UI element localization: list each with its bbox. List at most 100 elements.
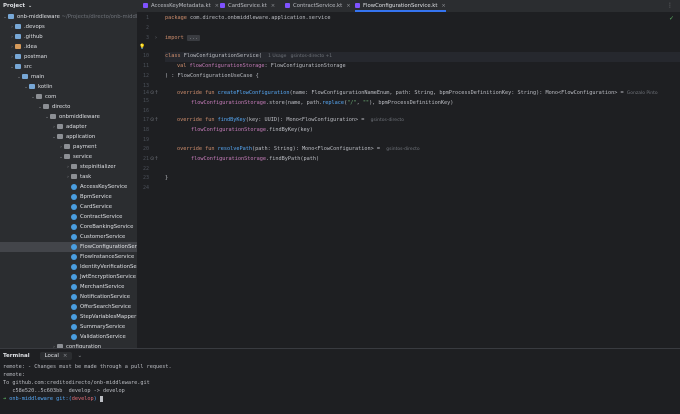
project-panel-header[interactable]: Project ⌄ — [0, 0, 137, 12]
terminal-tab-local[interactable]: Local × — [39, 352, 73, 360]
author-hint[interactable]: gsintos-directo — [371, 118, 404, 123]
author-hint[interactable]: gsintos-directo — [386, 147, 419, 152]
tree-item-label: OfferSearchService — [80, 304, 132, 310]
fold-arrow-icon[interactable]: › — [155, 35, 157, 41]
tree-item-label: payment — [73, 144, 97, 150]
code-line-import: import ... — [165, 35, 201, 41]
tree-item-label: onbmiddleware — [59, 114, 100, 120]
tree-item[interactable]: StepVariablesMapper — [0, 312, 137, 322]
terminal-prompt[interactable]: ➜ onb-middleware git:(develop) — [0, 395, 680, 403]
tree-item-label: task — [80, 174, 92, 180]
editor-tab-label: CardService.kt — [228, 3, 267, 9]
folder-icon — [15, 54, 21, 59]
tree-item[interactable]: NotificationService — [0, 292, 137, 302]
code-editor[interactable]: package com.directo.onbmiddleware.applic… — [165, 13, 680, 348]
tree-item-label: src — [24, 64, 32, 70]
author-hint[interactable]: Gonzalo Pinto — [627, 91, 658, 96]
override-marker-icon[interactable]: ⊙↑ — [150, 90, 158, 96]
close-icon[interactable]: × — [63, 353, 68, 359]
tree-item-label: .idea — [24, 44, 38, 50]
kotlin-class-icon — [71, 273, 77, 280]
tree-item[interactable]: CoreBankingService — [0, 222, 137, 232]
tree-item[interactable]: › adapter — [0, 122, 137, 132]
line-number: 17 — [142, 117, 149, 123]
project-path-hint: ~/Projects/directo/onb-middlew — [59, 14, 137, 20]
tree-item[interactable]: › task — [0, 172, 137, 182]
kotlin-class-icon — [71, 283, 77, 290]
kotlin-class-icon — [71, 253, 77, 260]
tree-item[interactable]: ContractService — [0, 212, 137, 222]
tree-item-label: SummaryService — [80, 324, 126, 330]
tree-item[interactable]: ⌄ com — [0, 92, 137, 102]
tree-item[interactable]: CustomerService — [0, 232, 137, 242]
tree-item[interactable]: ⌄ service — [0, 152, 137, 162]
more-options-icon[interactable]: ⋮ — [667, 0, 673, 12]
editor-tabs: AccessKeyMetadata.kt × CardService.kt × Cont… — [137, 0, 680, 13]
override-marker-icon[interactable]: ⊙↑ — [150, 117, 158, 123]
tree-item[interactable]: MerchantService — [0, 282, 137, 292]
chevron-down-icon[interactable]: ⌄ — [28, 3, 32, 9]
tree-item[interactable]: ⌄ directo — [0, 102, 137, 112]
tree-item[interactable]: › .github — [0, 32, 137, 42]
code-line-class: class FlowConfigurationService( 1 Usage … — [165, 53, 333, 59]
folder-icon — [64, 144, 70, 149]
code-line-val: val flowConfigurationStorage: FlowConfig… — [177, 63, 346, 69]
line-number: 16 — [142, 108, 149, 114]
lightbulb-icon[interactable]: 💡 — [139, 44, 145, 50]
terminal-panel[interactable]: Terminal Local × ⌄ remote: - Changes must… — [0, 348, 680, 414]
kotlin-class-icon — [71, 313, 77, 320]
kotlin-class-icon — [71, 183, 77, 190]
terminal-line: remote: - Changes must be made through a… — [3, 364, 172, 370]
override-marker-icon[interactable]: ⊙↑ — [150, 156, 158, 162]
tree-item[interactable]: AccessKeyService — [0, 182, 137, 192]
line-number: 24 — [142, 185, 149, 191]
chevron-down-icon[interactable]: ⌄ — [77, 353, 82, 359]
tree-item[interactable]: › stepinitializer — [0, 162, 137, 172]
editor-tab[interactable]: CardService.kt × — [220, 0, 275, 12]
tree-item[interactable]: › .devops — [0, 22, 137, 32]
code-line-close: } — [165, 175, 169, 181]
tree-item[interactable]: SummaryService — [0, 322, 137, 332]
close-icon[interactable]: × — [346, 3, 350, 9]
tree-item[interactable]: › .idea — [0, 42, 137, 52]
tree-item[interactable]: ⌄ kotlin — [0, 82, 137, 92]
line-number: 20 — [142, 146, 149, 152]
tree-item[interactable]: FlowConfigurationService — [0, 242, 137, 252]
close-icon[interactable]: × — [441, 3, 445, 9]
kotlin-file-icon — [143, 3, 148, 8]
tree-item-label: AccessKeyService — [80, 184, 128, 190]
editor-tab[interactable]: FlowConfigurationService.kt × — [355, 0, 446, 12]
tree-item[interactable]: ⌄ application — [0, 132, 137, 142]
kotlin-class-icon — [71, 233, 77, 240]
tree-item[interactable]: › postman — [0, 52, 137, 62]
usage-hint[interactable]: 1 Usage gsintos-directo +1 — [268, 54, 332, 59]
tree-item[interactable]: ValidationService — [0, 332, 137, 342]
code-line-find-body: flowConfigurationStorage.findByKey(key) — [191, 127, 313, 133]
tree-item[interactable]: ⌄ main — [0, 72, 137, 82]
close-icon[interactable]: × — [215, 3, 219, 9]
tree-item[interactable]: FlowInstanceService — [0, 252, 137, 262]
tree-item[interactable]: BpmService — [0, 192, 137, 202]
line-number: 19 — [142, 137, 149, 143]
tree-item[interactable]: ⌄ src — [0, 62, 137, 72]
close-icon[interactable]: × — [271, 3, 275, 9]
editor-gutter: 1 2 3 › 💡 10 11 12 13 14 ⊙↑ 15 16 17 ⊙↑ … — [137, 13, 165, 348]
tree-item-label: MerchantService — [80, 284, 125, 290]
kotlin-class-icon — [71, 223, 77, 230]
tree-item[interactable]: OfferSearchService — [0, 302, 137, 312]
kotlin-file-icon — [285, 3, 290, 8]
line-number: 18 — [142, 127, 149, 133]
editor-tab-label: FlowConfigurationService.kt — [363, 3, 438, 9]
tree-item[interactable]: JwtEncryptionService — [0, 272, 137, 282]
tree-item-label: stepinitializer — [80, 164, 116, 170]
line-number: 2 — [145, 25, 149, 31]
import-fold[interactable]: ... — [186, 35, 201, 41]
tree-item[interactable]: › payment — [0, 142, 137, 152]
inspection-ok-icon[interactable]: ✓ — [669, 15, 674, 22]
tree-item[interactable]: IdentityVerificationService — [0, 262, 137, 272]
tree-item[interactable]: CardService — [0, 202, 137, 212]
tree-item[interactable]: ⌄ onbmiddleware — [0, 112, 137, 122]
tree-item[interactable]: ⌄ onb-middleware ~/Projects/directo/onb-m… — [0, 12, 137, 22]
editor-tab[interactable]: ContractService.kt × — [285, 0, 351, 12]
editor-tab[interactable]: AccessKeyMetadata.kt × — [143, 0, 219, 12]
